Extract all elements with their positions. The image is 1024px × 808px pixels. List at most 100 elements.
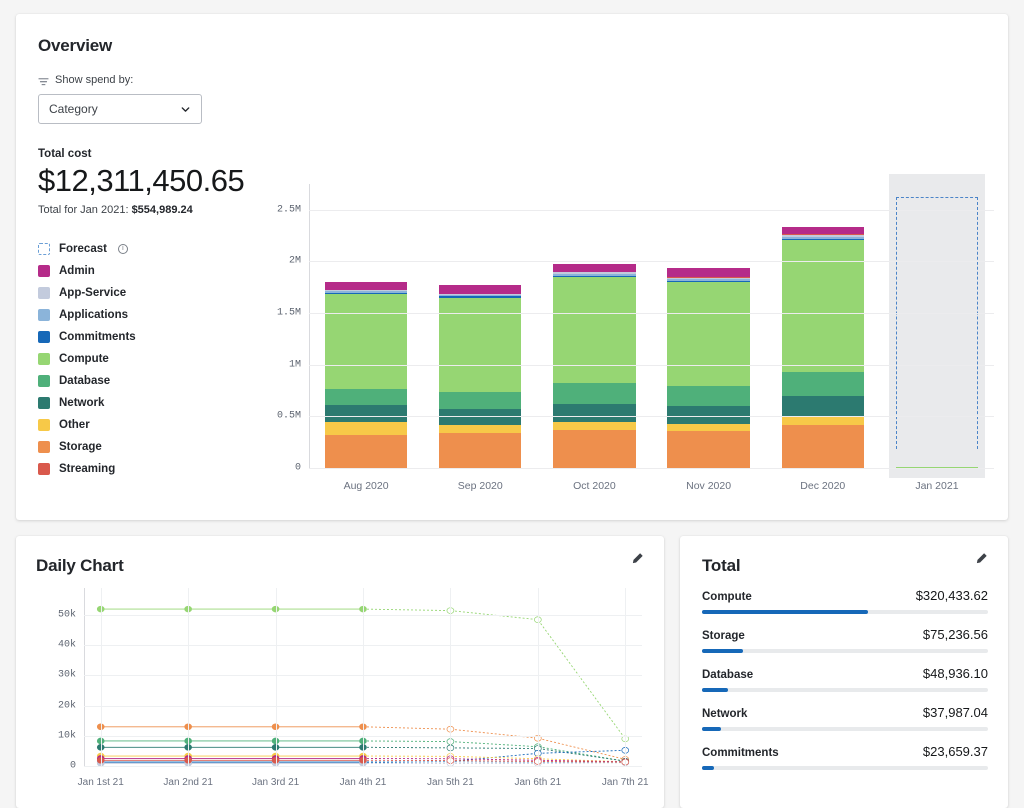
line-forecast-streaming [363, 760, 625, 762]
bar-segment-database [553, 383, 636, 404]
bar-segment-storage [324, 434, 408, 468]
bar-chart-x-tick: Dec 2020 [800, 480, 846, 492]
daily-chart-x-tick: Jan 7th 21 [601, 777, 649, 788]
total-card-header: Total [702, 552, 988, 576]
total-for-prefix: Total for Jan 2021: [38, 204, 132, 216]
info-icon[interactable]: i [117, 244, 128, 254]
monthly-bar-chart: Aug 2020 Sep 2020 Oct 2020 Nov 2020 Dec 2020… [264, 174, 1016, 506]
line-forecast-commitments [363, 750, 625, 762]
bar-segment-compute [439, 297, 522, 393]
legend-swatch [38, 397, 50, 409]
bar-chart-column[interactable]: Aug 2020 [309, 184, 423, 492]
bar-segment-other [439, 425, 522, 433]
daily-chart-title: Daily Chart [36, 556, 124, 575]
daily-line-chart: 0 10k 20k 30k 40k 50k Jan 1st 21 Jan 2nd 21 Jan … [36, 588, 652, 800]
total-row-top: Storage $75,236.56 [702, 627, 988, 642]
legend-item-label: App-Service [59, 287, 127, 299]
bar-chart-x-tick: Oct 2020 [573, 480, 616, 492]
daily-chart-y-tick: 40k [57, 639, 76, 651]
daily-chart-y-tick: 30k [57, 669, 76, 681]
line-forecast-network [363, 747, 625, 761]
total-row-progress-fill [702, 649, 744, 653]
bar-chart-column[interactable]: Jan 2021 [880, 174, 994, 492]
total-row-top: Network $37,987.04 [702, 705, 988, 720]
bar-segment-other [781, 416, 864, 425]
daily-chart-x-tick: Jan 3rd 21 [251, 777, 300, 788]
legend-swatch [38, 353, 50, 365]
bar-segment-admin [324, 282, 408, 290]
filter-row: Show spend by: [38, 74, 986, 86]
daily-chart-x-tick: Jan 1st 21 [77, 777, 124, 788]
bar-chart-y-tick: 2M [288, 255, 301, 267]
line-forecast-admin [363, 758, 625, 761]
total-cost-label: Total cost [38, 148, 92, 160]
daily-chart-vgridline [537, 588, 539, 766]
total-row-name: Compute [702, 591, 752, 603]
dashboard-page: Overview Show spend by: Category Total c… [0, 0, 1024, 808]
daily-chart-y-tick: 0 [69, 760, 76, 772]
stacked-bar[interactable] [667, 230, 750, 468]
total-row-name: Database [702, 669, 754, 681]
total-row: Network $37,987.04 [702, 705, 988, 731]
stacked-bar[interactable] [553, 227, 636, 468]
pencil-icon[interactable] [975, 552, 988, 565]
daily-chart-y-tick: 10k [57, 730, 76, 742]
line-forecast-compute [363, 609, 625, 739]
filter-label: Show spend by: [55, 74, 134, 86]
line-forecast-applications [363, 761, 625, 762]
daily-card-header: Daily Chart [36, 552, 644, 576]
total-row-name: Storage [702, 630, 745, 642]
bar-chart-gridline [309, 313, 994, 315]
daily-chart-y-tick: 20k [57, 700, 76, 712]
daily-chart-vgridline [363, 588, 364, 766]
total-row: Database $48,936.10 [702, 666, 988, 692]
pencil-icon[interactable] [631, 552, 644, 565]
bar-chart-gridline [309, 261, 994, 263]
spend-by-select-value: Category [49, 102, 98, 116]
stacked-bar[interactable] [439, 240, 522, 468]
total-row-amount: $48,936.10 [922, 666, 988, 681]
bar-segment-storage [439, 432, 522, 468]
stacked-bar[interactable] [895, 449, 979, 468]
legend-swatch [38, 419, 50, 431]
legend-swatch [38, 375, 50, 387]
daily-chart-vgridline [275, 588, 277, 766]
daily-chart-vgridline [188, 588, 190, 766]
bar-chart-gridline [309, 209, 994, 211]
bar-segment-database [439, 392, 522, 410]
stacked-bar[interactable] [781, 206, 864, 468]
total-row-amount: $37,987.04 [922, 705, 988, 720]
bar-chart-column[interactable]: Oct 2020 [537, 184, 651, 492]
bar-chart-gridline [309, 364, 994, 366]
total-row: Commitments $23,659.37 [702, 744, 988, 770]
bar-chart-column[interactable]: Nov 2020 [652, 184, 766, 492]
bar-chart-column[interactable]: Sep 2020 [423, 184, 537, 492]
daily-chart-card: Daily Chart 0 10k 20k 30k 40k 50k Jan 1st 21 Ja… [16, 536, 664, 808]
legend-item-label: Admin [59, 265, 95, 277]
total-row-progress-track [702, 766, 988, 770]
total-row-amount: $320,433.62 [915, 588, 988, 603]
bar-segment-storage [667, 430, 750, 468]
bar-chart-column[interactable]: Dec 2020 [766, 184, 880, 492]
bar-segment-network [324, 404, 408, 422]
total-row-amount: $23,659.37 [922, 744, 988, 759]
legend-item-label: Forecast [59, 243, 107, 255]
bar-segment-network [781, 395, 864, 417]
bar-chart-y-tick: 0.5M [276, 410, 301, 422]
bar-chart-x-tick: Nov 2020 [686, 480, 732, 492]
spend-by-select[interactable]: Category [38, 94, 202, 124]
bar-chart-x-tick: Sep 2020 [457, 480, 503, 492]
daily-chart-vgridline [450, 588, 452, 766]
bar-chart-y-tick: 1.5M [276, 307, 301, 319]
overview-card: Overview Show spend by: Category Total c… [16, 14, 1008, 520]
total-card: Total Compute $320,433.62 Storage $75,236.5… [680, 536, 1008, 808]
daily-chart-x-tick: Jan 4th 21 [339, 777, 387, 788]
bar-segment-other [324, 421, 408, 435]
bar-chart-bars: Aug 2020 Sep 2020 Oct 2020 Nov 2020 Dec 2020… [309, 174, 994, 492]
total-row-progress-track [702, 649, 988, 653]
stacked-bar[interactable] [324, 238, 408, 468]
line-forecast-database [363, 741, 625, 761]
bar-segment-other [667, 423, 750, 431]
legend-swatch [38, 265, 50, 277]
bar-chart-y-tick: 2.5M [276, 204, 301, 216]
